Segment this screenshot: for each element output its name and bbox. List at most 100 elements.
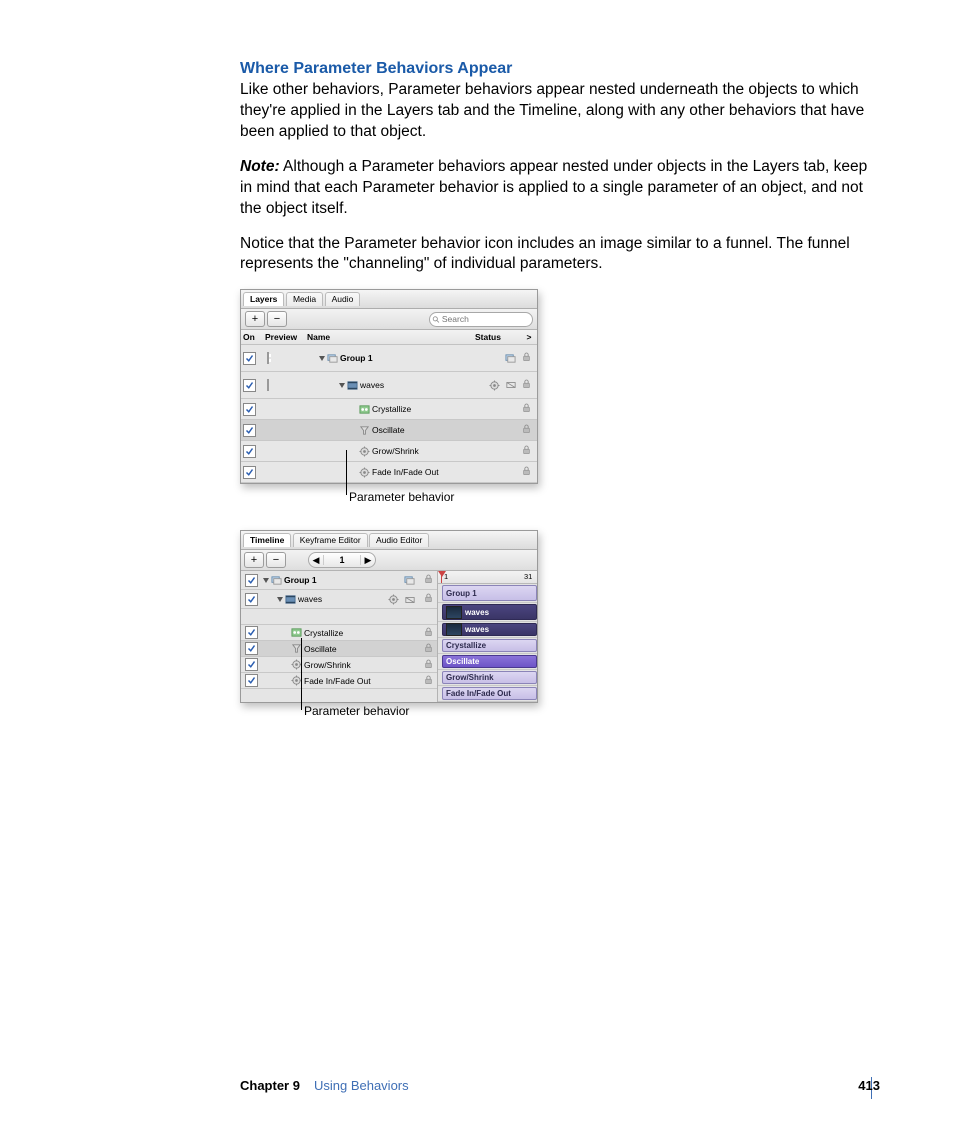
- lock-icon[interactable]: [421, 574, 435, 586]
- timeline-clip[interactable]: Group 1: [442, 585, 537, 601]
- add-button[interactable]: +: [245, 311, 265, 327]
- layer-row-waves[interactable]: waves: [241, 372, 537, 399]
- preview-thumbnail: [267, 379, 269, 391]
- lock-icon[interactable]: [522, 466, 531, 478]
- tl-row-crystallize[interactable]: Crystallize: [241, 625, 437, 641]
- footer-title: Using Behaviors: [314, 1078, 409, 1093]
- time-ruler[interactable]: 1 31: [438, 571, 537, 584]
- col-on: On: [243, 332, 265, 342]
- preview-thumbnail: [267, 352, 269, 364]
- layers-toolbar: + −: [241, 309, 537, 330]
- timeline-panel: Timeline Keyframe Editor Audio Editor + …: [240, 530, 538, 703]
- ruler-tick-31: 31: [524, 572, 532, 581]
- tl-row-grow-shrink[interactable]: Grow/Shrink: [241, 657, 437, 673]
- timeline-clip[interactable]: waves: [442, 623, 537, 636]
- layer-row-fade-in-fade-out[interactable]: Fade In/Fade Out: [241, 462, 537, 483]
- visibility-checkbox[interactable]: [245, 593, 258, 606]
- spacer-row: [241, 609, 437, 625]
- layer-row-grow-shrink[interactable]: Grow/Shrink: [241, 441, 537, 462]
- clip-row: Oscillate: [438, 654, 537, 670]
- clip-icon: [506, 379, 518, 391]
- frame-counter[interactable]: ◀ 1 ▶: [308, 552, 376, 568]
- clip-label: waves: [465, 625, 489, 634]
- item-name: Crystallize: [304, 628, 343, 638]
- gear-icon: [489, 379, 502, 391]
- item-name: Grow/Shrink: [372, 446, 419, 456]
- tab-keyframe-editor[interactable]: Keyframe Editor: [293, 533, 368, 547]
- clip-label: Crystallize: [446, 641, 486, 650]
- clip-label: waves: [465, 608, 489, 617]
- timeline-clip[interactable]: Oscillate: [442, 655, 537, 668]
- clip-row: waves: [438, 603, 537, 622]
- visibility-checkbox[interactable]: [243, 379, 256, 392]
- visibility-checkbox[interactable]: [245, 674, 258, 687]
- callout-line: [346, 450, 347, 495]
- playhead[interactable]: [441, 571, 442, 583]
- footer-page-number: 413: [858, 1078, 880, 1093]
- lock-icon[interactable]: [421, 593, 435, 605]
- tl-row-waves[interactable]: waves: [241, 590, 437, 609]
- disclosure-triangle-icon[interactable]: [339, 383, 345, 388]
- item-name: Fade In/Fade Out: [372, 467, 439, 477]
- search-icon: [432, 315, 440, 324]
- tl-row-fade-in-fade-out[interactable]: Fade In/Fade Out: [241, 673, 437, 689]
- visibility-checkbox[interactable]: [243, 466, 256, 479]
- disclosure-triangle-icon[interactable]: [319, 356, 325, 361]
- tl-add-button[interactable]: +: [244, 552, 264, 568]
- timeline-clip[interactable]: Fade In/Fade Out: [442, 687, 537, 700]
- visibility-checkbox[interactable]: [243, 352, 256, 365]
- remove-button[interactable]: −: [267, 311, 287, 327]
- visibility-checkbox[interactable]: [243, 403, 256, 416]
- note-paragraph: Note: Although a Parameter behaviors app…: [240, 157, 880, 220]
- para-funnel: Notice that the Parameter behavior icon …: [240, 234, 880, 276]
- disclosure-triangle-icon[interactable]: [277, 597, 283, 602]
- item-name: Oscillate: [372, 425, 405, 435]
- para-intro: Like other behaviors, Parameter behavior…: [240, 80, 880, 143]
- timeline-clip[interactable]: Crystallize: [442, 639, 537, 652]
- clip-row: Grow/Shrink: [438, 670, 537, 686]
- layer-row-group-1[interactable]: Group 1: [241, 345, 537, 372]
- tl-row-group-1[interactable]: Group 1: [241, 571, 437, 590]
- timeline-clip[interactable]: Grow/Shrink: [442, 671, 537, 684]
- col-status: Status: [475, 332, 523, 342]
- visibility-checkbox[interactable]: [245, 574, 258, 587]
- lock-icon[interactable]: [421, 659, 435, 671]
- column-headers: On Preview Name Status >: [241, 330, 537, 345]
- lock-icon[interactable]: [421, 627, 435, 639]
- item-name: Group 1: [284, 575, 317, 585]
- tl-remove-button[interactable]: −: [266, 552, 286, 568]
- visibility-checkbox[interactable]: [245, 626, 258, 639]
- lock-icon[interactable]: [522, 424, 531, 436]
- tab-audio[interactable]: Audio: [325, 292, 361, 306]
- note-label: Note:: [240, 158, 280, 175]
- tab-media[interactable]: Media: [286, 292, 323, 306]
- col-expand[interactable]: >: [523, 332, 535, 342]
- search-field[interactable]: [429, 312, 533, 327]
- visibility-checkbox[interactable]: [243, 424, 256, 437]
- tab-timeline[interactable]: Timeline: [243, 533, 291, 547]
- item-name: Grow/Shrink: [304, 660, 351, 670]
- tab-audio-editor[interactable]: Audio Editor: [369, 533, 429, 547]
- frame-prev-icon[interactable]: ◀: [309, 555, 323, 566]
- tab-layers[interactable]: Layers: [243, 292, 284, 306]
- search-input[interactable]: [440, 313, 528, 325]
- lock-icon[interactable]: [421, 675, 435, 687]
- lock-icon[interactable]: [522, 352, 531, 364]
- clip-label: Oscillate: [446, 657, 479, 666]
- visibility-checkbox[interactable]: [243, 445, 256, 458]
- frame-next-icon[interactable]: ▶: [361, 555, 375, 566]
- tl-row-oscillate[interactable]: Oscillate: [241, 641, 437, 657]
- lock-icon[interactable]: [522, 379, 531, 391]
- clip-icon: [405, 594, 417, 605]
- layer-row-oscillate[interactable]: Oscillate: [241, 420, 537, 441]
- visibility-checkbox[interactable]: [245, 658, 258, 671]
- lock-icon[interactable]: [421, 643, 435, 655]
- lock-icon[interactable]: [522, 445, 531, 457]
- visibility-checkbox[interactable]: [245, 642, 258, 655]
- layer-row-crystallize[interactable]: Crystallize: [241, 399, 537, 420]
- disclosure-triangle-icon[interactable]: [263, 578, 269, 583]
- timeline-toolbar: + − ◀ 1 ▶: [241, 550, 537, 571]
- section-heading: Where Parameter Behaviors Appear: [240, 60, 880, 78]
- timeline-clip[interactable]: waves: [442, 604, 537, 620]
- lock-icon[interactable]: [522, 403, 531, 415]
